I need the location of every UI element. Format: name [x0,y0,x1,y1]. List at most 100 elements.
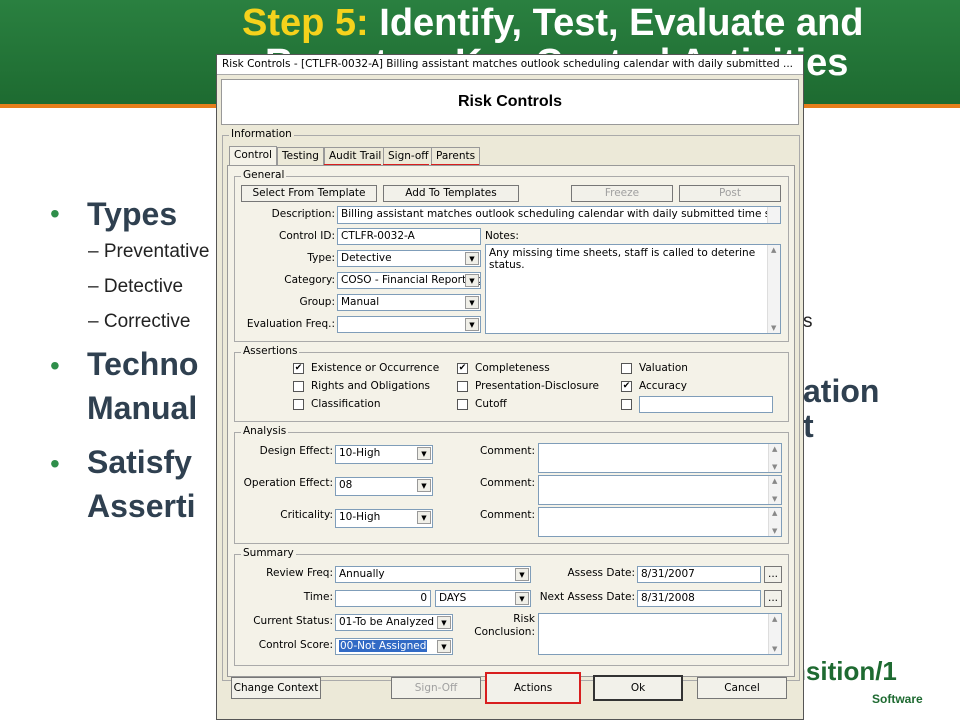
scrollbar[interactable] [767,207,780,223]
checkbox-existence[interactable]: ✔ [293,363,304,374]
scrollbar[interactable]: ▲ ▼ [768,614,781,654]
next-assess-date-field[interactable]: 8/31/2008 [637,590,761,607]
general-group: General Select From Template Add To Temp… [234,169,789,342]
logo-subtext: Software [872,692,923,706]
dialog-header-title: Risk Controls [457,93,562,110]
checkbox-cutoff[interactable] [457,399,468,410]
freeze-button[interactable]: Freeze [571,185,673,202]
chevron-down-icon[interactable]: ▼ [417,479,431,492]
eval-freq-select[interactable]: ▼ [337,316,481,333]
control-score-select[interactable]: 00-Not Assigned ▼ [335,638,453,655]
scrollbar[interactable]: ▲ ▼ [768,508,781,536]
chevron-down-icon[interactable]: ▼ [465,252,479,265]
assertions-label: Assertions [241,345,300,357]
next-assess-date-label: Next Assess Date: [539,591,635,603]
checkbox-valuation[interactable] [621,363,632,374]
header-panel: Risk Controls [221,79,799,125]
checkbox-classification[interactable] [293,399,304,410]
bullet-dot: • [50,350,60,381]
tab-sign-off[interactable]: Sign-off [383,147,434,165]
checkbox-label: Classification [311,398,381,410]
scrollbar[interactable]: ▲ ▼ [768,476,781,504]
chevron-down-icon[interactable]: ▼ [465,274,479,287]
sub-bullet: – Corrective [88,311,191,332]
ok-button[interactable]: Ok [593,675,683,701]
time-unit-select[interactable]: DAYS ▼ [435,590,531,607]
chevron-down-icon[interactable]: ▼ [515,568,529,581]
comment-label: Comment: [480,509,535,521]
operation-effect-label: Operation Effect: [243,477,333,489]
checkbox-presentation[interactable] [457,381,468,392]
window-title-bar[interactable]: Risk Controls - [CTLFR-0032-A] Billing a… [217,55,803,75]
comment-textarea-criticality[interactable]: ▲ ▼ [538,507,782,537]
other-assertion-field[interactable] [639,396,773,413]
chevron-down-icon[interactable]: ▼ [417,511,431,524]
checkbox-rights[interactable] [293,381,304,392]
current-status-select[interactable]: 01-To be Analyzed ▼ [335,614,453,631]
type-select[interactable]: Detective ▼ [337,250,481,267]
checkbox-accuracy[interactable]: ✔ [621,381,632,392]
scrollbar[interactable]: ▲ ▼ [768,444,781,472]
checkbox-label: Cutoff [475,398,507,410]
chevron-down-icon[interactable]: ▼ [515,592,529,605]
checkbox-other[interactable] [621,399,632,410]
actions-button[interactable]: Actions [485,672,581,704]
scrollbar[interactable]: ▲ ▼ [767,245,780,333]
time-label: Time: [303,591,333,603]
cancel-button[interactable]: Cancel [697,677,787,699]
time-field[interactable]: 0 [335,590,431,607]
current-status-label: Current Status: [253,615,333,627]
add-to-templates-button[interactable]: Add To Templates [383,185,519,202]
sign-off-button[interactable]: Sign-Off [391,677,481,699]
bullet-manual: Manual [87,390,198,426]
review-freq-label: Review Freq: [266,567,333,579]
post-button[interactable]: Post [679,185,781,202]
risk-controls-dialog: Risk Controls - [CTLFR-0032-A] Billing a… [216,54,804,720]
category-label: Category: [284,274,335,286]
right-fragment: t [803,408,814,444]
chevron-down-icon[interactable]: ▼ [437,616,451,629]
criticality-label: Criticality: [280,509,333,521]
tab-audit-trail[interactable]: Audit Trail [324,147,387,165]
change-context-button[interactable]: Change Context [231,677,321,699]
checkbox-label: Presentation-Disclosure [475,380,599,392]
group-select[interactable]: Manual ▼ [337,294,481,311]
criticality-select[interactable]: 10-High ▼ [335,509,433,528]
assess-date-field[interactable]: 8/31/2007 [637,566,761,583]
chevron-down-icon[interactable]: ▼ [465,296,479,309]
assess-date-label: Assess Date: [567,567,636,579]
review-freq-select[interactable]: Annually ▼ [335,566,531,583]
checkbox-completeness[interactable]: ✔ [457,363,468,374]
design-effect-label: Design Effect: [259,445,333,457]
tab-parents[interactable]: Parents [431,147,481,165]
analysis-label: Analysis [241,425,289,437]
design-effect-select[interactable]: 10-High ▼ [335,445,433,464]
notes-textarea[interactable]: Any missing time sheets, staff is called… [485,244,781,334]
comment-label: Comment: [480,445,535,457]
bullet-types: Types [87,196,178,232]
eval-freq-label: Evaluation Freq.: [246,318,335,330]
chevron-down-icon[interactable]: ▼ [437,640,451,653]
comment-textarea-operation[interactable]: ▲ ▼ [538,475,782,505]
tab-testing[interactable]: Testing [277,147,324,165]
risk-conclusion-label: Conclusion: [474,626,535,638]
comment-textarea-design[interactable]: ▲ ▼ [538,443,782,473]
chevron-down-icon[interactable]: ▼ [417,447,431,460]
tab-control[interactable]: Control [229,146,277,166]
risk-label: Risk [513,613,535,625]
slide-title-line1: Step 5: Identify, Test, Evaluate and [242,2,864,45]
control-id-field[interactable]: CTLFR-0032-A [337,228,481,245]
checkbox-label: Accuracy [639,380,687,392]
tab-page: General Select From Template Add To Temp… [227,165,795,677]
risk-conclusion-textarea[interactable]: ▲ ▼ [538,613,782,655]
bullet-assertions: Asserti [87,488,196,524]
description-field[interactable]: Billing assistant matches outlook schedu… [337,206,781,224]
assess-date-picker-button[interactable]: ... [764,566,782,583]
checkbox-label: Completeness [475,362,550,374]
next-assess-date-picker-button[interactable]: ... [764,590,782,607]
category-select[interactable]: COSO - Financial Reporting ▼ [337,272,481,289]
operation-effect-select[interactable]: 08 ▼ [335,477,433,496]
bullet-dot: • [50,448,60,479]
select-from-template-button[interactable]: Select From Template [241,185,377,202]
chevron-down-icon[interactable]: ▼ [465,318,479,331]
